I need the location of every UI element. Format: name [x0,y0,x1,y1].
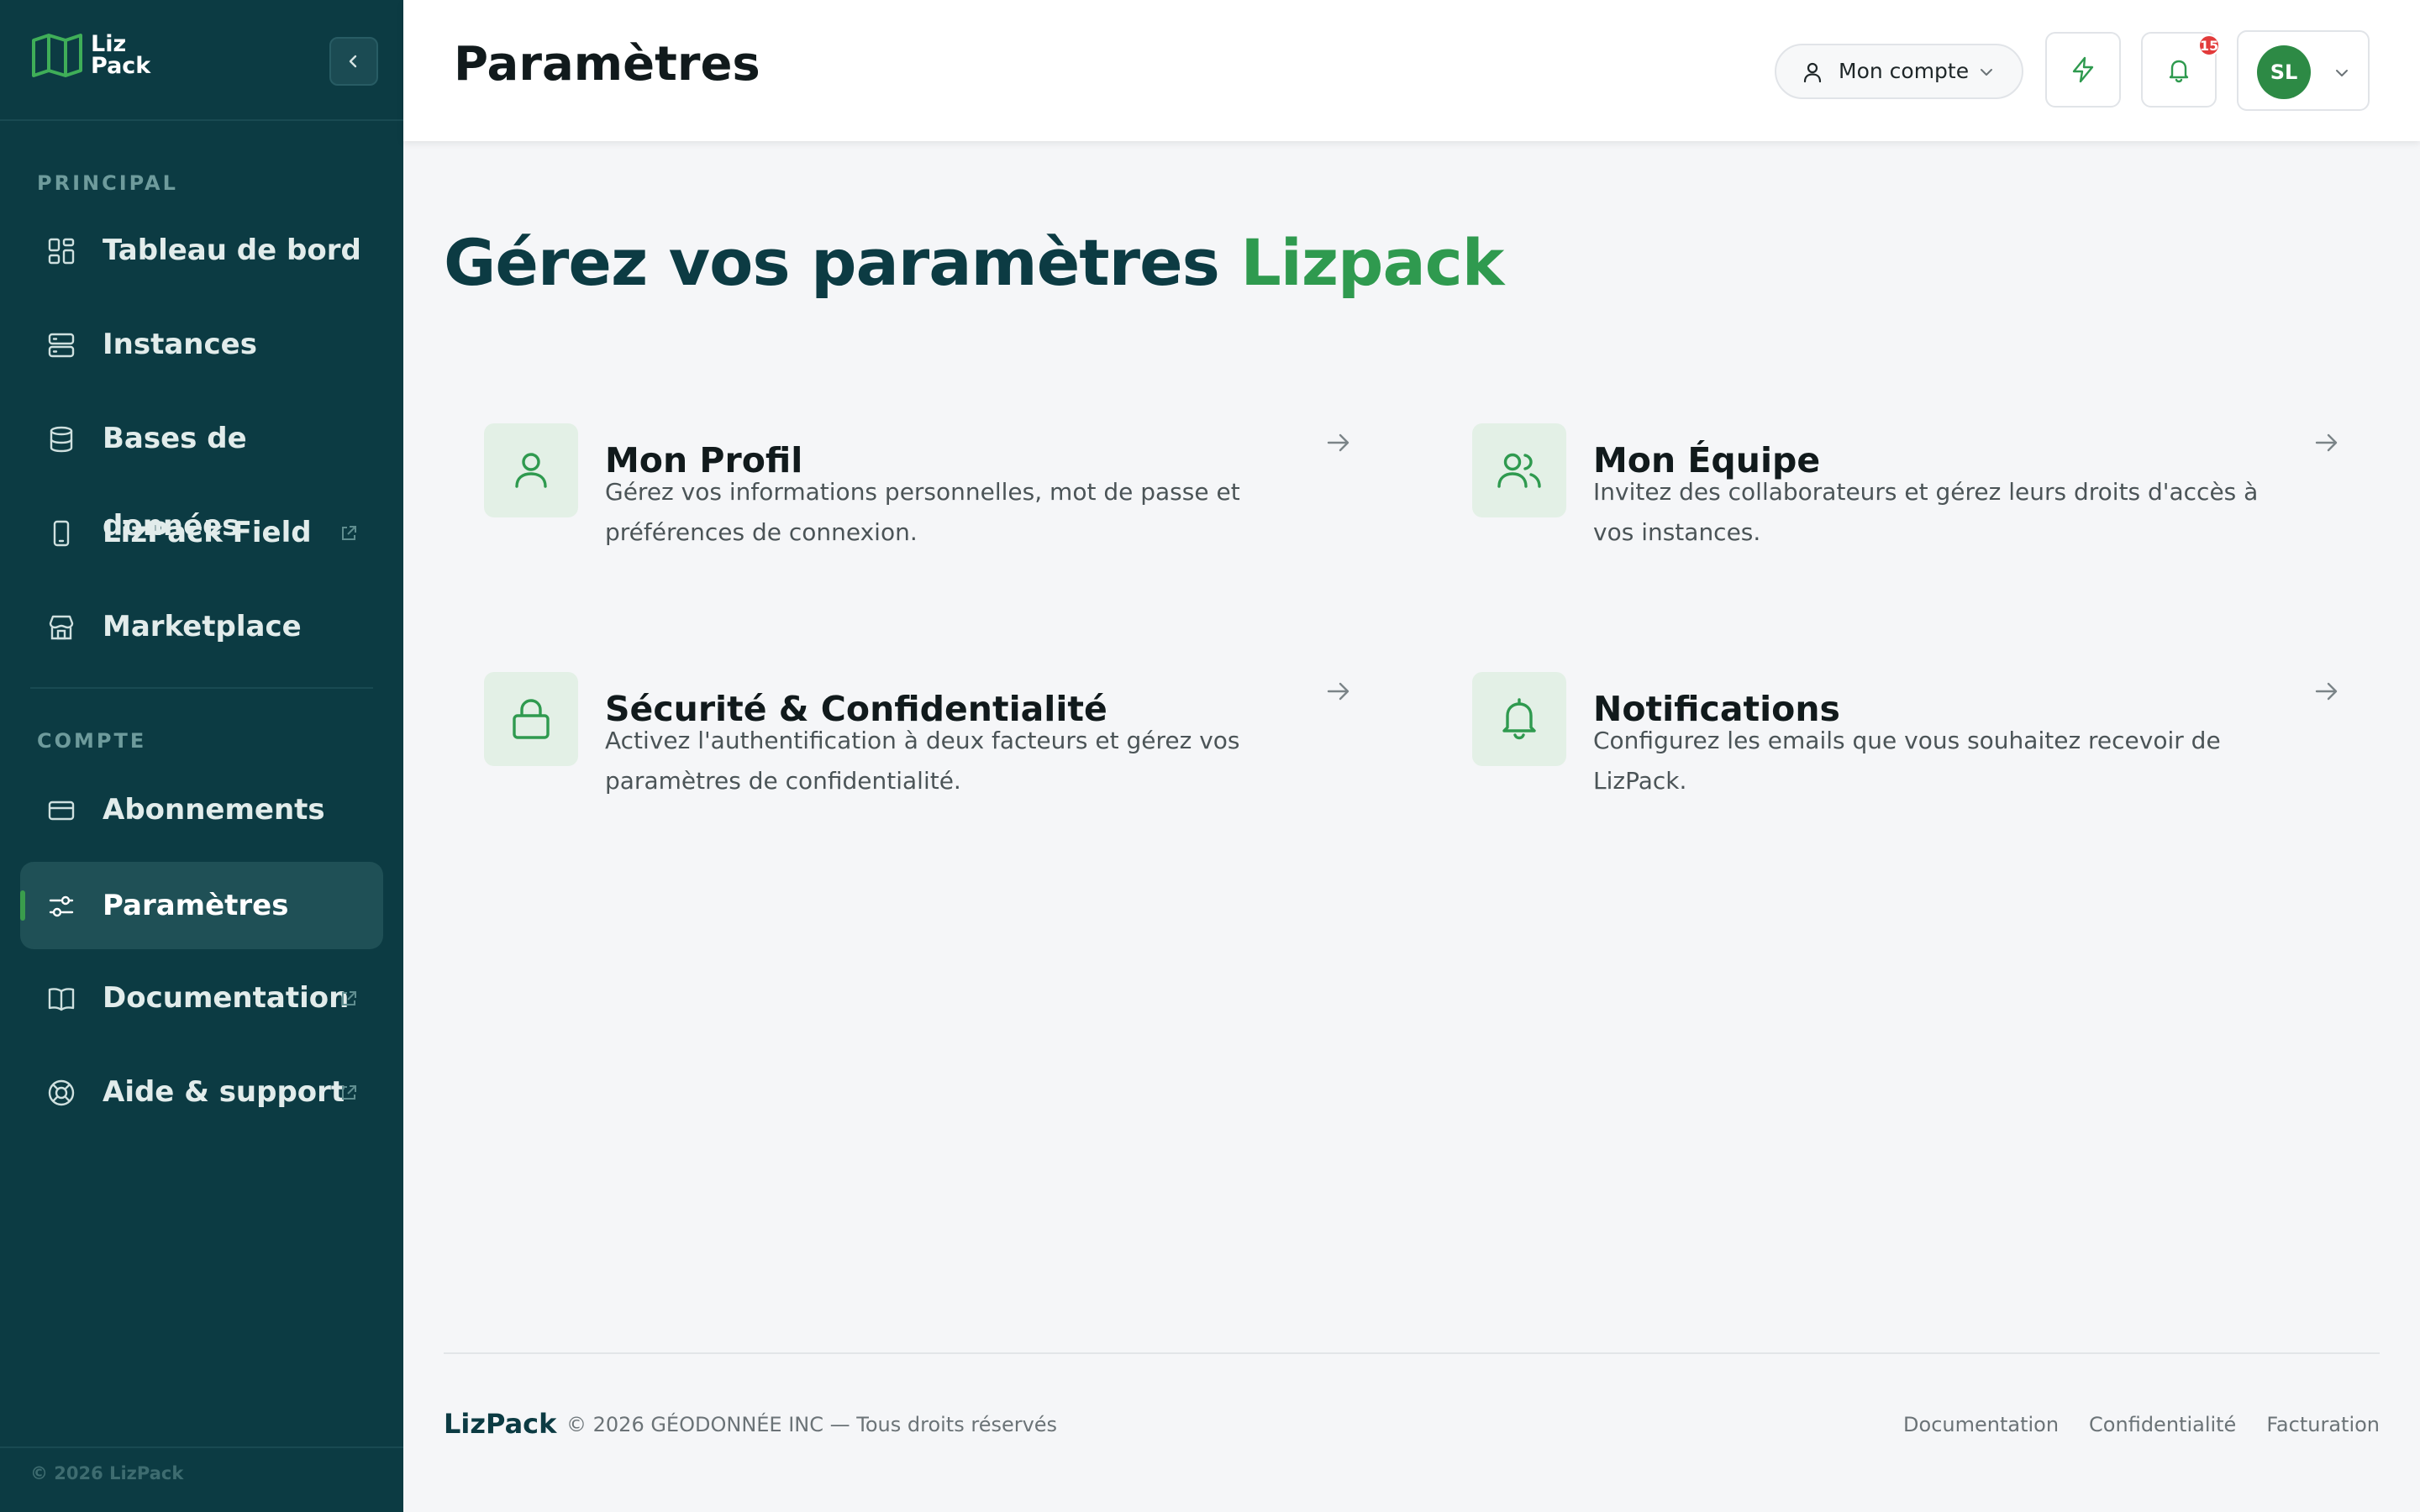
section-label-compte: COMPTE [37,729,147,753]
hero-heading-prefix: Gérez vos paramètres [444,225,1241,300]
user-menu-button[interactable]: SL [2237,30,2370,111]
sidebar-item-instances[interactable]: Instances [20,301,383,388]
brand-line-2: Pack [91,53,151,79]
active-indicator [20,890,25,921]
external-link-icon [342,526,356,540]
notification-count-badge: 15 [2198,34,2221,56]
mobile-icon [53,520,70,547]
account-menu-label: Mon compte [1839,59,1970,83]
database-icon [50,426,73,453]
store-icon [49,615,74,640]
sidebar-item-settings[interactable]: Paramètres [20,862,383,949]
card-icon-box [1472,672,1566,766]
book-icon [48,988,75,1011]
server-icon [48,333,75,358]
external-link-icon [342,991,356,1005]
top-header: Paramètres Mon compte 15 SL [403,0,2420,141]
user-icon [1803,62,1822,83]
sidebar-item-label: Bases de données [103,422,247,543]
lock-icon [513,699,550,739]
arrow-right-icon [1327,682,1349,701]
user-icon [515,453,547,488]
card-description: Activez l'authentification à deux facteu… [605,727,1240,795]
dashboard-grid-icon [48,238,75,265]
card-icon-box [1472,423,1566,517]
sidebar-item-lizpack-field[interactable]: LizPack Field [20,489,383,576]
sidebar-item-support[interactable]: Aide & support [20,1048,383,1136]
chevron-down-icon [1981,69,1992,76]
sidebar-item-dashboard[interactable]: Tableau de bord [20,207,383,294]
notifications-button[interactable]: 15 [2141,32,2221,108]
footer-links: Documentation Confidentialité Facturatio… [1903,1413,2380,1436]
lightning-icon [2072,56,2094,83]
hero-heading-accent: Lizpack [1240,225,1504,300]
card-description: Gérez vos informations personnelles, mot… [605,478,1240,546]
avatar: SL [2257,45,2311,99]
arrow-right-icon [2315,682,2338,701]
collapse-sidebar-button[interactable] [329,37,378,86]
sidebar-divider [30,687,373,689]
credit-card-icon [48,801,75,821]
quick-actions-button[interactable] [2045,32,2121,108]
card-description: Invitez des collaborateurs et gérez leur… [1593,478,2259,546]
sidebar-item-label: Instances [103,328,257,361]
sidebar-footer-divider [0,1446,403,1448]
sidebar-item-label: Marketplace [103,610,302,643]
map-logo-icon [32,34,82,77]
users-icon [1497,453,1541,488]
hero-heading: Gérez vos paramètres Lizpack [444,225,1504,300]
sidebar: Liz Pack PRINCIPAL Tableau de bord Insta… [0,0,403,1512]
card-description: Configurez les emails que vous souhaitez… [1593,727,2221,795]
arrow-right-icon [1327,433,1349,452]
footer-link-privacy[interactable]: Confidentialité [2089,1413,2236,1436]
card-icon-box [484,672,578,766]
arrow-right-icon [2315,433,2338,452]
bell-icon [2169,60,2189,83]
footer-copyright: © 2026 GÉODONNÉE INC — Tous droits réser… [566,1413,1058,1436]
sidebar-item-databases[interactable]: Bases de données [20,395,383,543]
bell-icon [1502,698,1536,740]
sidebar-item-label: Aide & support [103,1075,345,1109]
chevron-left-icon [349,55,357,68]
footer-brand[interactable]: LizPack [444,1408,556,1440]
brand-divider [0,119,403,121]
page-title: Paramètres [454,37,760,92]
sidebar-item-marketplace[interactable]: Marketplace [20,583,383,670]
footer-divider [444,1352,2380,1354]
brand-logo[interactable]: Liz Pack [30,32,150,79]
sidebar-item-label: Abonnements [103,793,325,827]
settings-card-team[interactable]: Mon Équipe Invitez des collaborateurs et… [1472,423,2346,608]
footer-link-billing[interactable]: Facturation [2266,1413,2380,1436]
section-label-principal: PRINCIPAL [37,171,178,195]
sidebar-copyright: © 2026 LizPack [30,1463,184,1483]
sidebar-item-label: Documentation [103,981,350,1015]
footer-link-documentation[interactable]: Documentation [1903,1413,2059,1436]
sidebar-item-documentation[interactable]: Documentation [20,954,383,1042]
card-icon-box [484,423,578,517]
settings-card-security[interactable]: Sécurité & Confidentialité Activez l'aut… [484,672,1358,857]
external-link-icon [342,1085,356,1100]
chevron-down-icon [2336,70,2348,76]
sidebar-item-label: Paramètres [103,889,289,922]
sliders-icon [49,895,74,917]
sidebar-item-label: Tableau de bord [103,234,361,267]
sidebar-item-subscriptions[interactable]: Abonnements [20,766,383,853]
account-menu-button[interactable]: Mon compte [1775,44,2023,99]
brand-name: Liz Pack [91,33,151,79]
lifebuoy-icon [48,1079,75,1106]
settings-card-notifications[interactable]: Notifications Configurez les emails que … [1472,672,2346,857]
settings-card-profile[interactable]: Mon Profil Gérez vos informations person… [484,423,1358,608]
sidebar-item-label: LizPack Field [103,516,312,549]
